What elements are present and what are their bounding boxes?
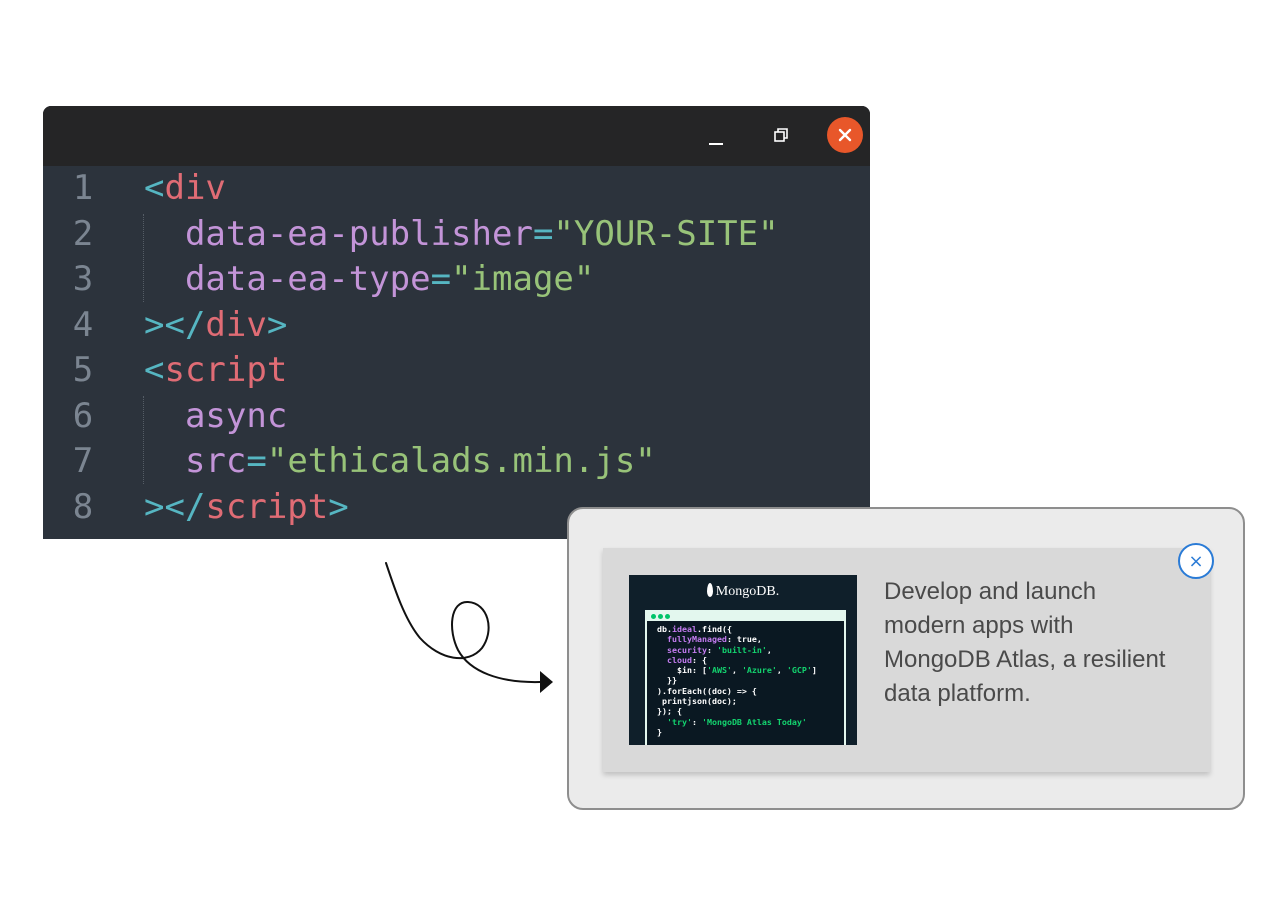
- ad-code-token: ,: [776, 665, 787, 676]
- terminal-titlebar: [647, 612, 844, 621]
- code-area[interactable]: 1 <div 2 data-ea-publisher="YOUR-SITE" 3 da…: [43, 166, 870, 530]
- ad-image[interactable]: MongoDB. db.ideal.find({ fullyManaged: t…: [629, 575, 857, 745]
- ad-code-token: :: [691, 716, 702, 727]
- code-token: "image": [451, 259, 595, 299]
- ad-code-token: }}: [657, 675, 677, 686]
- code-line[interactable]: 1 <div: [43, 166, 870, 212]
- ad-code-token: }); {: [657, 706, 682, 717]
- code-text: <div: [144, 166, 226, 212]
- ad-code-token: db.: [657, 624, 672, 634]
- code-token: =: [430, 259, 452, 299]
- ad-code-token: 'AWS': [706, 665, 732, 676]
- ad-code-line: }); {: [657, 706, 844, 716]
- ad-code-token: ).forEach((doc) => {: [657, 685, 757, 696]
- code-token: >: [328, 486, 349, 527]
- ad-code-token: : {: [691, 654, 707, 665]
- code-text: src="ethicalads.min.js": [144, 439, 656, 485]
- mongodb-logo: MongoDB.: [629, 583, 857, 600]
- code-token: =: [532, 213, 554, 254]
- code-token: ></: [144, 486, 206, 527]
- ad-code-line: printjson(doc);: [657, 696, 844, 706]
- code-editor-window: 1 <div 2 data-ea-publisher="YOUR-SITE" 3 da…: [43, 106, 870, 539]
- ad-code-token: }: [657, 726, 662, 737]
- ad-code-token: printjson(doc);: [657, 696, 737, 707]
- close-icon[interactable]: [827, 117, 863, 153]
- line-number: 8: [72, 486, 94, 527]
- ad-code-token: ideal: [672, 624, 697, 634]
- code-text: data-ea-publisher="YOUR-SITE": [144, 212, 779, 258]
- code-token: =: [246, 441, 267, 481]
- code-token: async: [144, 395, 288, 436]
- line-number: 7: [72, 441, 94, 481]
- line-number: 1: [72, 168, 94, 208]
- ad-text[interactable]: Develop and launch modern apps with Mong…: [884, 575, 1174, 711]
- code-token: div: [205, 304, 267, 345]
- code-line[interactable]: 5 <script: [43, 348, 870, 394]
- code-text: data-ea-type="image": [144, 257, 594, 303]
- code-line[interactable]: 7 src="ethicalads.min.js": [43, 439, 870, 485]
- code-token: >: [266, 304, 288, 345]
- code-line[interactable]: 2 data-ea-publisher="YOUR-SITE": [43, 212, 870, 258]
- ad-code-line: 'try': 'MongoDB Atlas Today': [657, 717, 844, 727]
- ad-code-token: ,: [766, 644, 772, 655]
- dot-icon: [658, 614, 663, 619]
- code-text: async: [144, 394, 287, 440]
- ad-code-token: $in: [: [657, 665, 707, 676]
- code-token: ></: [144, 304, 206, 345]
- minimize-icon[interactable]: [705, 128, 727, 150]
- ad-code-line: cloud: {: [657, 655, 844, 665]
- ad-code-token: :: [706, 644, 717, 655]
- line-number: 4: [72, 304, 94, 345]
- close-ad-button[interactable]: ×: [1178, 543, 1214, 579]
- ad-code-line: security: 'built-in',: [657, 645, 844, 655]
- ad-code-token: ]: [811, 665, 817, 676]
- code-token: "ethicalads.min.js": [266, 441, 656, 481]
- ad-code-token: : true,: [726, 634, 762, 645]
- window-titlebar[interactable]: [43, 106, 870, 166]
- ad-code-token: fullyManaged: [657, 634, 727, 645]
- code-token: data-ea-type: [144, 259, 431, 299]
- code-line[interactable]: 4 ></div>: [43, 303, 870, 349]
- code-token: data-ea-publisher: [144, 213, 533, 254]
- code-text: <script: [144, 348, 287, 394]
- restore-icon[interactable]: [771, 125, 791, 145]
- ad-code-token: .find({: [696, 624, 732, 634]
- ad-code-line: fullyManaged: true,: [657, 634, 844, 644]
- ad-code-token: 'MongoDB Atlas Today': [701, 716, 807, 727]
- ad-code-line: db.ideal.find({: [657, 624, 844, 634]
- ad-code-snippet: db.ideal.find({ fullyManaged: true, secu…: [647, 621, 844, 737]
- ad-code-token: 'try': [657, 716, 692, 727]
- code-token: <: [144, 350, 165, 390]
- line-number: 2: [72, 213, 94, 254]
- code-line[interactable]: 3 data-ea-type="image": [43, 257, 870, 303]
- ad-code-line: ).forEach((doc) => {: [657, 686, 844, 696]
- ad-code-token: 'GCP': [786, 665, 812, 676]
- code-token: div: [164, 168, 226, 208]
- ad-code-token: 'Azure': [741, 665, 777, 676]
- line-number: 5: [72, 350, 94, 390]
- line-number: 3: [72, 259, 94, 299]
- code-token: script: [164, 350, 288, 390]
- line-number: 6: [72, 395, 94, 436]
- code-text: ></div>: [144, 303, 287, 349]
- leaf-icon: [706, 583, 713, 597]
- ad-code-token: ,: [731, 665, 742, 676]
- ad-terminal: db.ideal.find({ fullyManaged: true, secu…: [645, 610, 846, 745]
- ad-code-line: }: [657, 727, 844, 737]
- code-token: src: [144, 441, 247, 481]
- code-token: <: [144, 168, 165, 208]
- code-token: "YOUR-SITE": [553, 213, 779, 254]
- code-line[interactable]: 6 async: [43, 394, 870, 440]
- ad-code-token: cloud: [657, 654, 692, 665]
- ad-code-token: security: [657, 644, 707, 655]
- ad-code-line: }}: [657, 675, 844, 685]
- ad-code-token: 'built-in': [716, 644, 767, 655]
- dot-icon: [651, 614, 656, 619]
- code-text: ></script>: [144, 485, 349, 531]
- dot-icon: [665, 614, 670, 619]
- code-token: script: [205, 486, 329, 527]
- ad-code-line: $in: ['AWS', 'Azure', 'GCP']: [657, 665, 844, 675]
